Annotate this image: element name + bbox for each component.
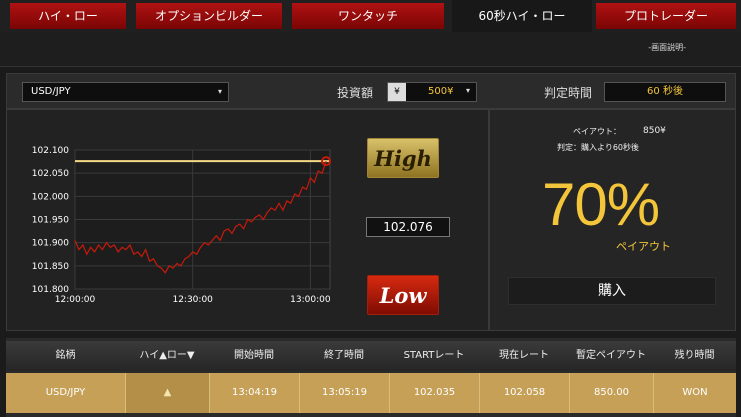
cell-start-time: 13:04:19 (209, 373, 299, 413)
cell-direction-up-icon: ▲ (125, 373, 209, 413)
y-tick-label: 101.800 (32, 285, 69, 295)
investment-amount-select[interactable]: ¥ 500¥ ▾ (387, 82, 477, 102)
sub-bar: -画面説明- (0, 32, 741, 67)
col-header-current-rate: 現在レート (499, 350, 549, 361)
tab-60sec-high-low[interactable]: 60秒ハイ・ロー (452, 0, 592, 32)
low-button[interactable]: Low (367, 275, 439, 315)
high-button[interactable]: High (367, 138, 439, 178)
x-tick-label: 12:30:00 (172, 295, 213, 305)
cell-provisional-payout: 850.00 (569, 373, 653, 413)
currency-pair-select[interactable]: USD/JPY ▾ (22, 82, 229, 102)
tab-option-builder[interactable]: オプションビルダー (136, 3, 282, 29)
payout-label: ペイアウト： (573, 127, 621, 136)
tab-one-touch[interactable]: ワンタッチ (292, 3, 444, 29)
col-header-start-time: 開始時間 (234, 350, 274, 361)
cell-end-time: 13:05:19 (299, 373, 389, 413)
payout-percent-caption: ペイアウト (616, 240, 671, 253)
x-tick-label: 12:00:00 (55, 295, 96, 305)
col-header-end-time: 終了時間 (324, 350, 364, 361)
col-header-remaining-time: 残り時間 (674, 350, 715, 361)
yen-symbol: ¥ (388, 83, 406, 101)
cell-remaining-time: WON (653, 373, 736, 413)
expiry-value: 60 秒後 (647, 86, 683, 97)
col-header-direction: ハイ▲ロー▼ (139, 350, 195, 361)
y-tick-label: 101.900 (32, 239, 69, 249)
expiry-display: 60 秒後 (604, 82, 726, 102)
investment-amount-value: 500¥ (428, 86, 454, 97)
chevron-down-icon: ▾ (217, 87, 222, 96)
table-header: 銘柄 ハイ▲ロー▼ 開始時間 終了時間 STARTレート 現在レート 暫定ペイア… (6, 341, 736, 371)
judge-text: 判定：購入より60秒後 (557, 143, 640, 152)
tab-pro-trader[interactable]: プロトレーダー (596, 3, 736, 29)
y-tick-label: 101.950 (32, 216, 69, 226)
help-link[interactable]: -画面説明- (648, 42, 686, 53)
x-tick-label: 13:00:00 (290, 295, 331, 305)
tab-bar: ハイ・ロー オプションビルダー ワンタッチ 60秒ハイ・ロー プロトレーダー (0, 0, 741, 32)
investment-label: 投資額 (337, 86, 374, 100)
y-tick-label: 102.100 (32, 146, 69, 156)
cell-symbol: USD/JPY (45, 387, 86, 398)
y-tick-label: 102.000 (32, 192, 69, 202)
buy-button[interactable]: 購入 (508, 277, 716, 305)
price-chart: 102.100 102.050 102.000 101.950 101.900 101.8… (32, 146, 332, 305)
payout-amount: 850¥ (643, 126, 666, 136)
col-header-symbol: 銘柄 (55, 350, 76, 361)
currency-pair-value: USD/JPY (31, 86, 71, 97)
cell-start-rate: 102.035 (389, 373, 479, 413)
control-bar: USD/JPY ▾ 投資額 ¥ 500¥ ▾ 判定時間 60 秒後 (6, 73, 736, 109)
y-tick-label: 102.050 (32, 169, 69, 179)
payout-percent: 70% (542, 171, 660, 238)
cell-current-rate: 102.058 (479, 373, 569, 413)
table-row[interactable]: USD/JPY ▲ 13:04:19 13:05:19 102.035 102.… (6, 373, 736, 413)
tab-high-low[interactable]: ハイ・ロー (10, 3, 126, 29)
y-tick-label: 101.850 (32, 262, 69, 272)
current-rate-display: 102.076 (366, 217, 450, 237)
col-header-start-rate: STARTレート (403, 350, 465, 361)
chevron-down-icon: ▾ (465, 86, 470, 95)
col-header-provisional-payout: 暫定ペイアウト (576, 350, 646, 361)
expiry-label: 判定時間 (544, 86, 593, 100)
